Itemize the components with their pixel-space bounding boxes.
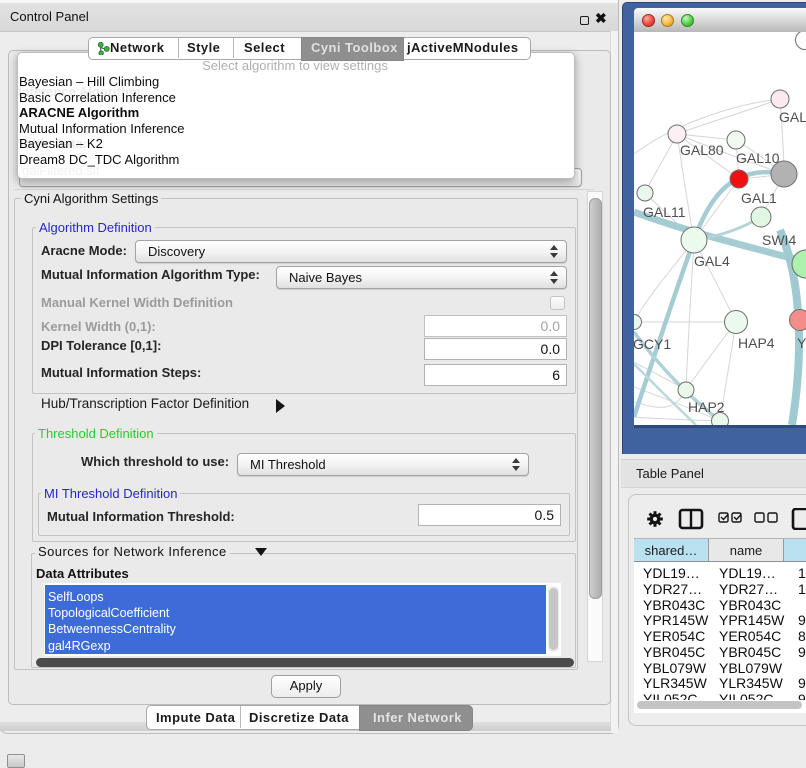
svg-text:GAL11: GAL11 xyxy=(643,204,686,220)
svg-text:GCY1: GCY1 xyxy=(634,336,671,352)
svg-text:HAP4: HAP4 xyxy=(738,335,775,351)
svg-text:Y: Y xyxy=(797,335,806,351)
svg-text:GAL7: GAL7 xyxy=(779,109,806,125)
svg-text:SWI4: SWI4 xyxy=(762,232,796,248)
svg-text:GAL80: GAL80 xyxy=(680,142,724,158)
svg-text:GAL10: GAL10 xyxy=(736,150,780,166)
svg-text:GAL4: GAL4 xyxy=(694,253,730,269)
svg-text:GAL1: GAL1 xyxy=(741,190,777,206)
svg-text:HAP2: HAP2 xyxy=(688,399,725,415)
